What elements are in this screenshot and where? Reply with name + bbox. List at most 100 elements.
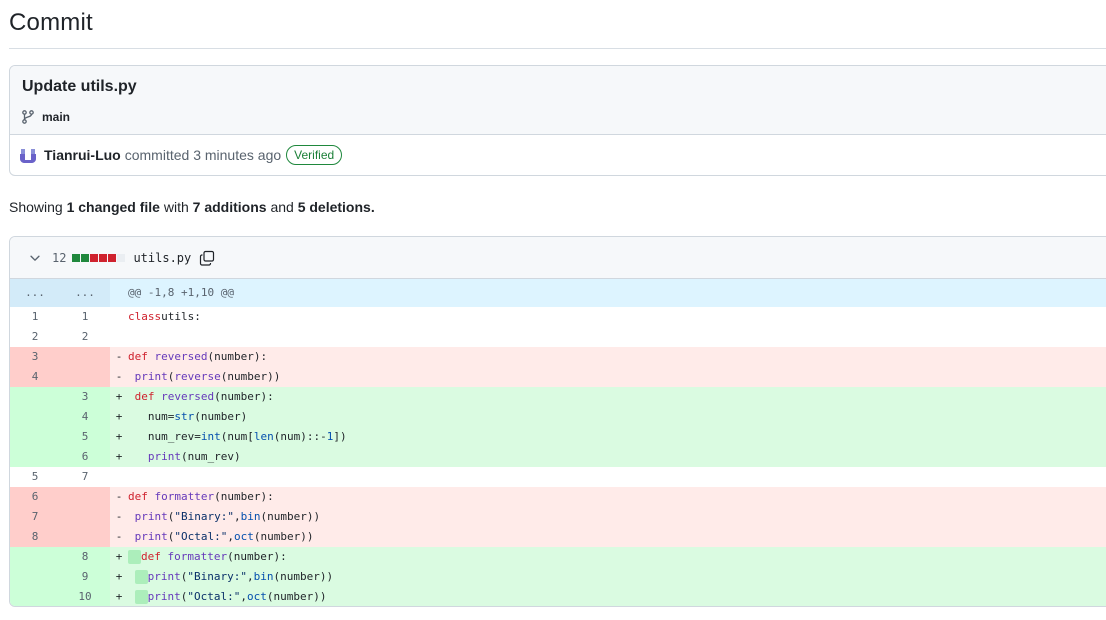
diff-sign: -	[110, 367, 128, 387]
new-line-number[interactable]	[60, 507, 110, 527]
new-line-number[interactable]: 6	[60, 447, 110, 467]
code-token: (number))	[260, 510, 321, 523]
code-token: ,	[246, 570, 254, 583]
new-line-number[interactable]: 2	[60, 327, 110, 347]
change-count: 12	[52, 250, 67, 265]
old-line-number[interactable]: 7	[10, 507, 60, 527]
code-token: (num[	[220, 430, 254, 443]
hunk-expand-left[interactable]: ...	[10, 279, 60, 307]
verified-badge[interactable]: Verified	[286, 145, 343, 165]
diff-line-add: 4 + num=str(number)	[10, 407, 1106, 427]
code-token: "Octal:"	[174, 530, 228, 543]
code-token: print	[134, 370, 168, 383]
code-token: bin	[240, 510, 261, 523]
diff-line-ctx: 1 1 classutils:	[10, 307, 1106, 327]
code-token: print	[134, 510, 168, 523]
new-line-number[interactable]: 7	[60, 467, 110, 487]
change-highlight	[134, 590, 148, 604]
code-token: "Binary:"	[187, 570, 247, 583]
diff-sign: +	[110, 387, 128, 407]
diff-line-ctx: 22	[10, 327, 1106, 347]
file-header: 12 utils.py	[10, 237, 1106, 279]
old-line-number[interactable]	[10, 547, 60, 567]
code-token: print	[134, 530, 168, 543]
code-token: class	[128, 310, 162, 323]
old-line-number[interactable]	[10, 427, 60, 447]
code-line: print("Binary:",bin(number))	[128, 507, 1106, 527]
new-line-number[interactable]: 10	[60, 587, 110, 606]
old-line-number[interactable]	[10, 447, 60, 467]
old-line-number[interactable]: 1	[10, 307, 60, 327]
hunk-header-row[interactable]: ... ... @@ -1,8 +1,10 @@	[10, 279, 1106, 307]
code-line	[128, 327, 1106, 347]
summary-additions: 7 additions	[192, 199, 267, 215]
old-line-number[interactable]	[10, 387, 60, 407]
diff-sign	[110, 307, 128, 327]
code-token: def	[128, 350, 148, 363]
commit-time: committed 3 minutes ago	[124, 147, 282, 163]
old-line-number[interactable]	[10, 407, 60, 427]
diff-line-add: 10 + print("Octal:",oct(number))	[10, 587, 1106, 606]
code-token: (num)::-	[273, 430, 327, 443]
code-token: (number):	[214, 490, 274, 503]
file-name[interactable]: utils.py	[133, 251, 191, 265]
code-token: def	[134, 390, 155, 403]
code-token: (num_rev)	[181, 450, 241, 463]
old-line-number[interactable]: 4	[10, 367, 60, 387]
diff-sign: -	[110, 527, 128, 547]
new-line-number[interactable]: 3	[60, 387, 110, 407]
diff-sign: +	[110, 547, 128, 567]
code-token: int	[200, 430, 221, 443]
code-token: utils:	[161, 310, 201, 323]
summary-mid2: and	[270, 199, 294, 215]
old-line-number[interactable]: 2	[10, 327, 60, 347]
new-line-number[interactable]: 4	[60, 407, 110, 427]
code-token: (number):	[227, 550, 287, 563]
change-highlight	[134, 570, 148, 584]
author-link[interactable]: Tianrui-Luo	[44, 147, 121, 163]
commit-message: Update utils.py	[22, 78, 137, 95]
new-line-number[interactable]: 9	[60, 567, 110, 587]
new-line-number[interactable]	[60, 347, 110, 367]
diffstat-square	[90, 253, 99, 262]
commit-meta: Tianrui-Luo committed 3 minutes ago Veri…	[18, 145, 343, 165]
chevron-down-icon[interactable]	[28, 251, 42, 265]
old-line-number[interactable]: 6	[10, 487, 60, 507]
branch-name: main	[42, 110, 71, 124]
code-line: def formatter(number):	[128, 487, 1106, 507]
diff-table: ... ... @@ -1,8 +1,10 @@ 1 1 classutils: 2 2…	[10, 279, 1106, 606]
code-token: (number):	[207, 350, 268, 363]
new-line-number[interactable]: 1	[60, 307, 110, 327]
diffstat-square	[81, 253, 90, 262]
summary-mid1: with	[163, 199, 189, 215]
diff-line-ctx: 57	[10, 467, 1106, 487]
old-line-number[interactable]: 5	[10, 467, 60, 487]
diff-summary: Showing 1 changed file with 7 additions …	[9, 199, 375, 215]
new-line-number[interactable]	[60, 527, 110, 547]
new-line-number[interactable]	[60, 367, 110, 387]
code-token: (number))	[266, 590, 327, 603]
code-token: "Octal:"	[187, 590, 241, 603]
hunk-header: @@ -1,8 +1,10 @@	[128, 279, 1106, 307]
code-token: reversed	[154, 350, 208, 363]
branch-link[interactable]: main	[20, 109, 70, 125]
hunk-expand-right[interactable]: ...	[60, 279, 110, 307]
old-line-number[interactable]	[10, 587, 60, 606]
code-token: (number))	[253, 530, 314, 543]
user-avatar[interactable]	[18, 145, 38, 165]
copy-icon[interactable]	[199, 250, 215, 266]
new-line-number[interactable]	[60, 487, 110, 507]
old-line-number[interactable]: 3	[10, 347, 60, 367]
new-line-number[interactable]: 8	[60, 547, 110, 567]
code-token: len	[253, 430, 274, 443]
old-line-number[interactable]: 8	[10, 527, 60, 547]
old-line-number[interactable]	[10, 567, 60, 587]
code-token: str	[174, 410, 195, 423]
new-line-number[interactable]: 5	[60, 427, 110, 447]
code-token: oct	[246, 590, 267, 603]
